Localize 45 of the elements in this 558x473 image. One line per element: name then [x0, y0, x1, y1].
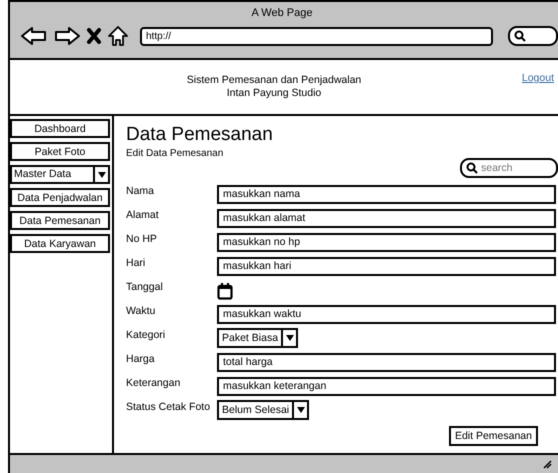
nav-button[interactable]: Data Karyawan: [10, 234, 110, 253]
field-label: Harga: [126, 353, 156, 365]
page-title: Data Pemesanan: [126, 124, 274, 146]
nav-button[interactable]: Paket Foto: [10, 142, 110, 161]
logout-link[interactable]: Logout: [522, 72, 554, 84]
caret-icon: [286, 335, 294, 341]
field-label: Waktu: [126, 305, 156, 317]
field-label: Nama: [126, 185, 156, 197]
field-label: Status Cetak Foto: [126, 401, 212, 413]
nav-button[interactable]: Data Pemesanan: [10, 211, 110, 230]
home-icon[interactable]: [107, 25, 129, 47]
nav-button[interactable]: Dashboard: [10, 119, 110, 138]
resize-grip-icon: [542, 459, 552, 469]
forward-icon[interactable]: [53, 26, 81, 46]
input-field[interactable]: total harga: [217, 352, 556, 372]
back-icon[interactable]: [20, 26, 48, 46]
input-field[interactable]: masukkan keterangan: [217, 376, 556, 396]
dropdown[interactable]: Paket Biasa: [217, 328, 298, 348]
app-title: Sistem Pemesanan dan Penjadwalan Intan Payung Studio: [186, 74, 362, 100]
dropdown[interactable]: Belum Selesai: [217, 400, 310, 420]
field-label: Kategori: [126, 329, 166, 341]
input-field[interactable]: masukkan alamat: [217, 208, 556, 228]
nav-dropdown[interactable]: Master Data: [10, 165, 110, 184]
field-label: Hari: [126, 257, 146, 269]
search-icon: [466, 162, 478, 174]
edit-order-button[interactable]: Edit Pemesanan: [448, 426, 538, 446]
search-field[interactable]: search: [460, 158, 558, 178]
search-field[interactable]: [508, 26, 558, 46]
close-icon[interactable]: [86, 27, 102, 45]
nav-button[interactable]: Data Penjadwalan: [10, 188, 110, 207]
field-label: Alamat: [126, 209, 160, 221]
field-label: Tanggal: [126, 281, 164, 293]
address-field[interactable]: http://: [140, 26, 493, 46]
input-field[interactable]: masukkan no hp: [217, 232, 556, 252]
window-title: A Web Page: [250, 7, 314, 19]
input-field[interactable]: masukkan nama: [217, 184, 556, 204]
caret-icon: [98, 172, 106, 178]
field-label: No HP: [126, 233, 158, 245]
caret-icon: [296, 407, 305, 413]
page-subtitle: Edit Data Pemesanan: [126, 148, 224, 159]
field-label: Keterangan: [126, 377, 182, 389]
input-field[interactable]: masukkan hari: [217, 256, 556, 276]
calendar-icon[interactable]: [217, 282, 233, 300]
search-icon: [514, 30, 526, 42]
input-field[interactable]: masukkan waktu: [217, 304, 556, 324]
